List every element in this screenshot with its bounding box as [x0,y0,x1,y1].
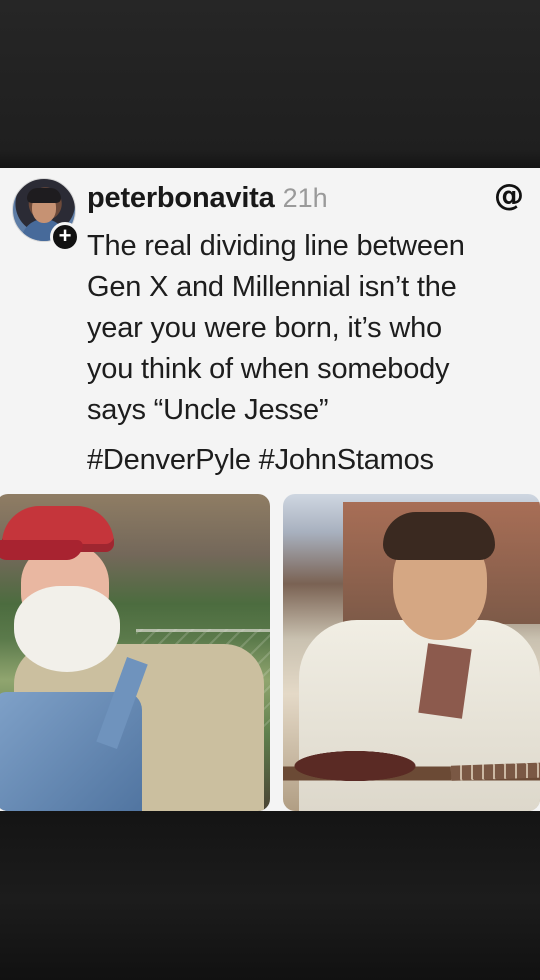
left-photo[interactable] [0,494,270,811]
guitar-neck [450,762,540,781]
story-screen: + peterbonavita 21h @ The real dividing … [0,0,540,980]
post-body: The real dividing line between Gen X and… [87,230,465,426]
avatar-hair [27,188,61,203]
threads-icon[interactable]: @ [493,180,525,212]
post-time: 21h [282,183,328,213]
right-photo[interactable] [283,494,540,811]
threads-post-card[interactable]: + peterbonavita 21h @ The real dividing … [0,168,540,811]
username[interactable]: peterbonavita [87,182,275,215]
post-content: + peterbonavita 21h @ The real dividing … [0,168,540,488]
post-meta: peterbonavita 21h [87,182,328,215]
dark-hair [383,512,495,560]
white-beard [14,586,120,672]
red-cap-brim [0,540,85,560]
post-images [0,494,540,811]
follow-plus-icon[interactable]: + [50,222,80,252]
post-hashtags[interactable]: #DenverPyle #JohnStamos [87,440,434,481]
